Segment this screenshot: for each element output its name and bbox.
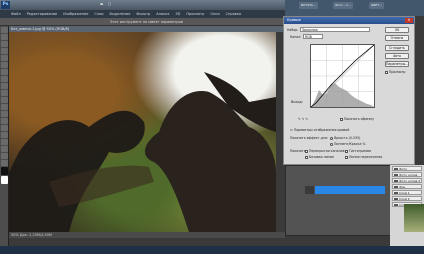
taskbar — [0, 246, 424, 254]
preview-label: Просмотр — [389, 70, 406, 74]
browser-tab-1[interactable]: BOTSTA... — [299, 2, 318, 9]
eyedropper-gray-icon[interactable]: ✎ — [302, 117, 305, 121]
cancel-button[interactable]: Отмена — [385, 35, 409, 41]
browser-tab-3[interactable]: ЦВЕТ... — [369, 2, 384, 9]
background-color-icon[interactable] — [1, 176, 8, 184]
curves-title: Кривые — [284, 17, 414, 24]
smooth-button[interactable]: Сгладить — [385, 45, 409, 51]
marquee-tool-icon[interactable] — [1, 34, 8, 40]
options-button[interactable]: Параметры... — [385, 61, 409, 67]
options-bar: Этот инструмент не имеет параметров — [0, 18, 285, 26]
photoshop-logo: Ps — [1, 1, 10, 9]
menu-filter[interactable]: Фильтр — [136, 12, 150, 16]
show-clipping-checkbox[interactable]: Показать обрезку — [340, 117, 374, 121]
show-amount-label: Показать эффект для: — [290, 136, 328, 140]
menu-window[interactable]: Окно — [210, 12, 219, 16]
lasso-tool-icon[interactable] — [1, 41, 8, 47]
display-options-toggle[interactable]: ⊙ Параметры отображения кривой — [290, 128, 349, 132]
menu-file[interactable]: Файл — [11, 12, 21, 16]
path-select-icon[interactable] — [1, 139, 8, 145]
baseline-label: Базовая линия — [309, 155, 334, 159]
channel-overlays-label: Перекрытия каналов — [309, 149, 345, 153]
layer-row-selected[interactable] — [315, 186, 385, 194]
eyedropper-black-icon[interactable]: ✎ — [298, 117, 301, 121]
pen-tool-icon[interactable] — [1, 125, 8, 131]
hand-tool-icon[interactable] — [1, 153, 8, 159]
menu-analysis[interactable]: Анализ — [156, 12, 169, 16]
display-options-label: Параметры отображения кривой — [293, 128, 350, 132]
layer-item[interactable]: Слой 2 — [392, 196, 422, 201]
intersection-checkbox[interactable]: Линия пересечения — [345, 155, 382, 159]
output-label: Выход: — [291, 100, 303, 104]
menu-edit[interactable]: Редактирование — [27, 12, 58, 16]
light-radio[interactable]: Яркость (0-255) — [330, 136, 360, 140]
close-icon[interactable]: ✕ — [405, 18, 413, 23]
statue-photo — [9, 72, 276, 232]
blur-tool-icon[interactable] — [1, 111, 8, 117]
layer-item[interactable]: Фон — [392, 184, 422, 189]
layer-item[interactable]: Фото — [392, 166, 422, 171]
tools-row: ✎ ✎ ✎ — [298, 117, 308, 121]
menu-3d[interactable]: 3D — [175, 12, 180, 16]
clone-stamp-icon[interactable] — [1, 83, 8, 89]
pigment-option-label: Пигмент/Краска % — [334, 142, 366, 146]
curves-graph[interactable] — [310, 44, 375, 108]
menu-help[interactable]: Справка — [226, 12, 241, 16]
channel-select[interactable]: RGB — [303, 34, 323, 39]
layer-item[interactable]: Фото копия 2 — [392, 178, 422, 183]
minimize-icon[interactable]: ▬ — [100, 1, 103, 8]
pigment-radio[interactable]: Пигмент/Краска % — [330, 142, 365, 146]
preview-checkbox[interactable]: Просмотр — [385, 70, 405, 74]
auto-button[interactable]: Авто — [385, 53, 409, 59]
layer-thumbnail[interactable] — [305, 186, 314, 194]
eyedropper-white-icon[interactable]: ✎ — [305, 117, 308, 121]
browser-strip: BOTSTA... Фото - C... ЦВЕТ... — [285, 0, 424, 16]
crop-tool-icon[interactable] — [1, 55, 8, 61]
type-tool-icon[interactable] — [1, 132, 8, 138]
layer-item[interactable]: Слой 1 — [392, 190, 422, 195]
show-clipping-label: Показать обрезку — [344, 117, 375, 121]
brush-tool-icon[interactable] — [1, 76, 8, 82]
ok-button[interactable]: OK — [385, 27, 409, 33]
channel-label: Канал: — [290, 35, 302, 39]
preset-label: Набор: — [287, 28, 299, 32]
histogram-label: Гистограмма — [349, 149, 371, 153]
tools-panel — [0, 26, 9, 254]
menu-bar: Файл Редактирование Изображение Слои Выд… — [0, 10, 285, 18]
eraser-icon[interactable] — [1, 97, 8, 103]
shape-tool-icon[interactable] — [1, 146, 8, 152]
thumbnail-preview — [404, 204, 424, 232]
baseline-checkbox[interactable]: Базовая линия — [305, 155, 334, 159]
image-canvas[interactable] — [9, 32, 276, 232]
channel-overlays-checkbox[interactable]: Перекрытия каналов — [305, 149, 344, 153]
healing-brush-icon[interactable] — [1, 69, 8, 75]
zoom-tool-icon[interactable] — [1, 160, 8, 166]
dodge-tool-icon[interactable] — [1, 118, 8, 124]
eyedropper-icon[interactable] — [1, 62, 8, 68]
preset-select[interactable]: Заказная — [300, 27, 370, 32]
histogram-checkbox[interactable]: Гистограмма — [345, 149, 371, 153]
menu-layers[interactable]: Слои — [94, 12, 103, 16]
menu-select[interactable]: Выделение — [110, 12, 131, 16]
options-text: Этот инструмент не имеет параметров — [110, 20, 183, 24]
intersection-label: Линия пересечения — [349, 155, 383, 159]
move-tool-icon[interactable] — [1, 27, 8, 33]
menu-image[interactable]: Изображение — [63, 12, 88, 16]
layer-item[interactable]: Фото копия — [392, 172, 422, 177]
foreground-color-icon[interactable] — [1, 167, 8, 175]
light-option-label: Яркость (0-255) — [334, 136, 361, 140]
history-brush-icon[interactable] — [1, 90, 8, 96]
maximize-icon[interactable]: ▢ — [108, 1, 111, 8]
menu-view[interactable]: Просмотр — [186, 12, 204, 16]
status-bar: 50% Док: 2,25M/4,50M — [9, 232, 285, 238]
gradient-tool-icon[interactable] — [1, 104, 8, 110]
magic-wand-icon[interactable] — [1, 48, 8, 54]
browser-tab-2[interactable]: Фото - C... — [333, 2, 353, 9]
layers-panel — [285, 165, 400, 236]
curves-graph-svg — [310, 44, 375, 108]
